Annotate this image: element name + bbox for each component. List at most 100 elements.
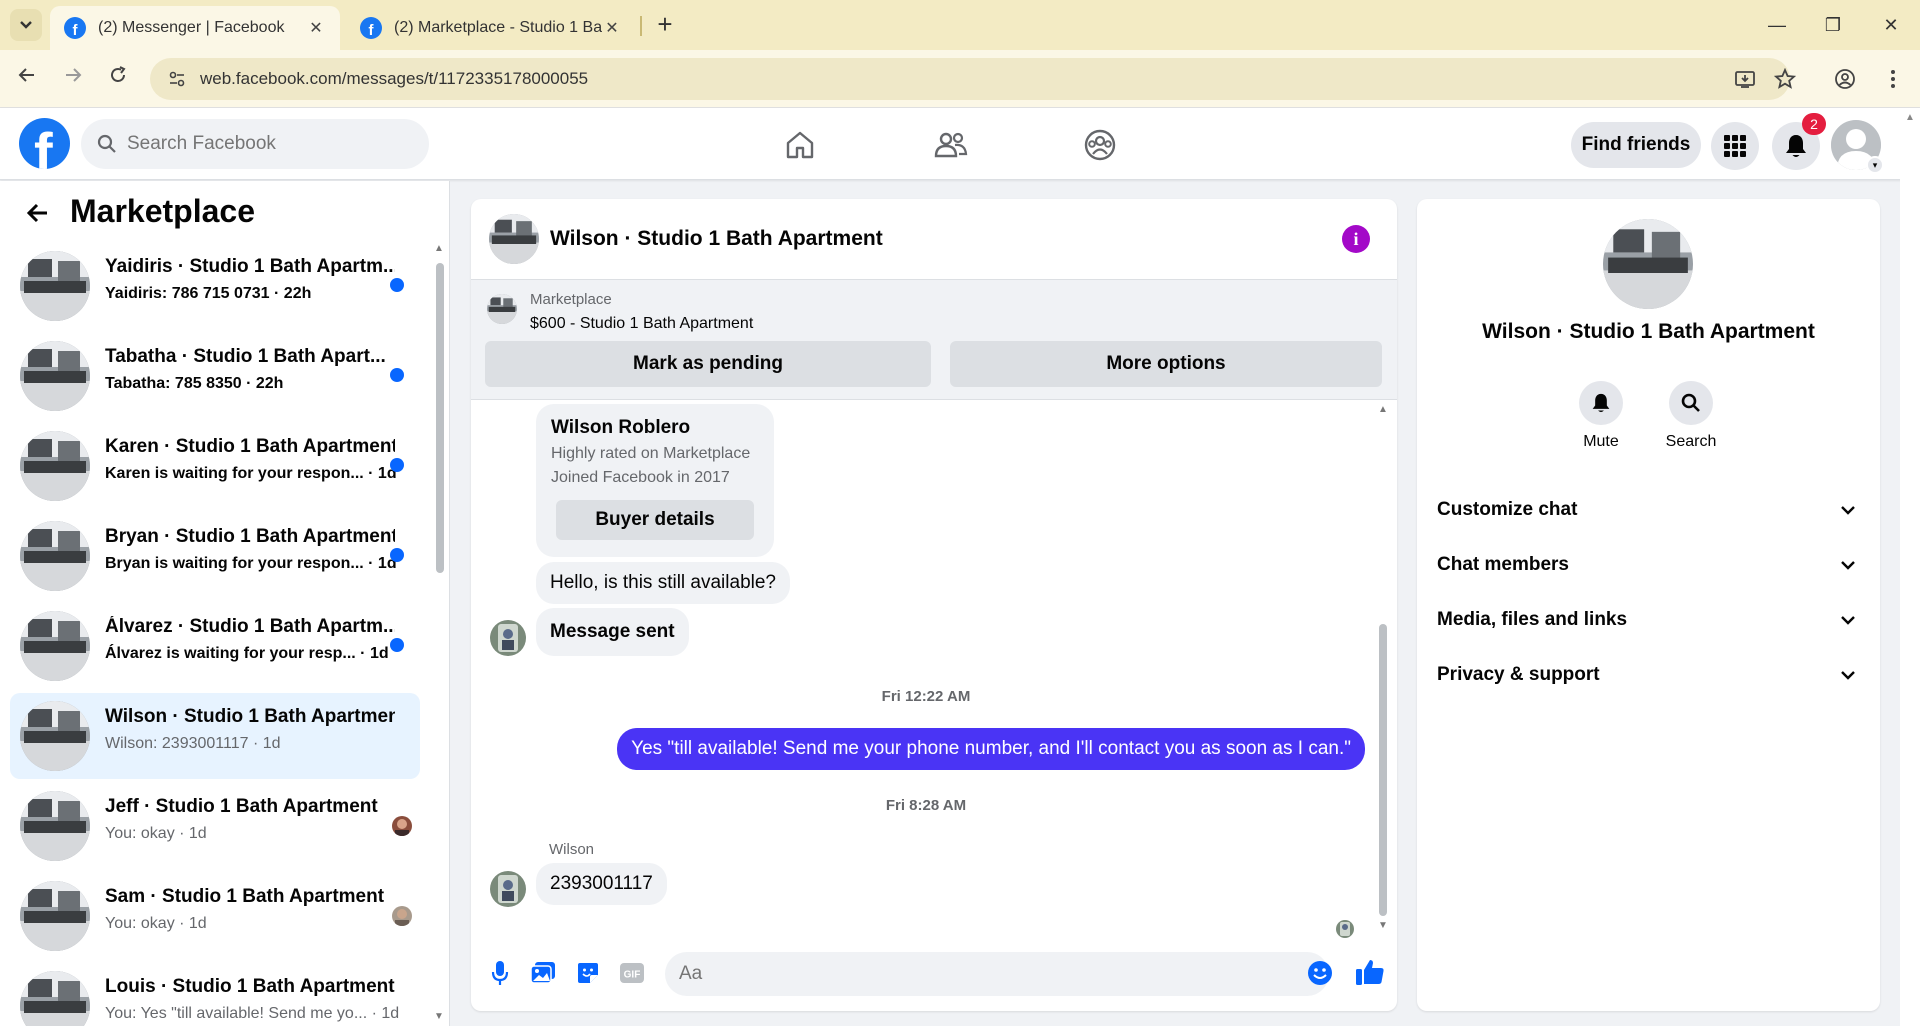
- read-receipt-avatar: [1336, 920, 1354, 938]
- search-input[interactable]: [127, 133, 407, 155]
- install-app-icon[interactable]: [1730, 64, 1760, 94]
- chevron-down-icon: [1841, 506, 1855, 515]
- scroll-up-arrow-icon[interactable]: ▲: [1377, 404, 1389, 415]
- scroll-down-arrow-icon[interactable]: ▼: [1377, 920, 1389, 931]
- mark-as-pending-button[interactable]: Mark as pending: [485, 341, 931, 387]
- conversation-name: Jeff · Studio 1 Bath Apartment: [105, 796, 378, 817]
- site-info-icon[interactable]: [162, 64, 192, 94]
- tab-separator: [640, 16, 642, 36]
- tab-title: (2) Messenger | Facebook: [98, 19, 285, 36]
- conversation-item[interactable]: Yaidiris · Studio 1 Bath Apartm... Yaidi…: [10, 243, 420, 329]
- conversation-name: Álvarez · Studio 1 Bath Apartm...: [105, 616, 395, 637]
- chevron-down-icon[interactable]: ▾: [1866, 156, 1884, 174]
- section-title: Customize chat: [1437, 499, 1578, 520]
- conversation-name: Tabatha · Studio 1 Bath Apart...: [105, 346, 386, 367]
- chat-title[interactable]: Wilson · Studio 1 Bath Apartment: [550, 227, 883, 251]
- conversation-item[interactable]: Bryan · Studio 1 Bath Apartment Bryan is…: [10, 513, 420, 599]
- browser-tab-messenger[interactable]: f (2) Messenger | Facebook ✕: [50, 6, 340, 50]
- close-window-button[interactable]: ✕: [1876, 10, 1906, 40]
- incoming-message: 2393001117: [536, 863, 667, 905]
- media-files-links-section[interactable]: Media, files and links: [1437, 598, 1860, 642]
- listing-price-title[interactable]: $600 - Studio 1 Bath Apartment: [530, 315, 753, 333]
- mute-button[interactable]: Mute: [1566, 381, 1636, 451]
- browser-address-bar: web.facebook.com/messages/t/117233517800…: [0, 50, 1920, 108]
- account-icon[interactable]: [1830, 64, 1860, 94]
- chevron-down-icon: [1841, 561, 1855, 570]
- chat-avatar[interactable]: [489, 214, 539, 264]
- listing-thumbnail: [20, 881, 90, 951]
- listing-thumbnail: [20, 611, 90, 681]
- facebook-header: f Find friends ▾: [0, 108, 1920, 180]
- conversation-name: Louis · Studio 1 Bath Apartment: [105, 976, 395, 997]
- listing-thumbnail: [20, 971, 90, 1026]
- browser-menu-icon[interactable]: [1878, 64, 1908, 94]
- microphone-icon[interactable]: [485, 958, 515, 988]
- facebook-favicon-icon: f: [64, 17, 86, 39]
- notification-count-badge: 2: [1802, 113, 1826, 135]
- info-icon[interactable]: i: [1342, 225, 1370, 253]
- listing-thumbnail: [20, 341, 90, 411]
- chat-members-section[interactable]: Chat members: [1437, 543, 1860, 587]
- emoji-icon[interactable]: [1305, 958, 1335, 988]
- customize-chat-section[interactable]: Customize chat: [1437, 488, 1860, 532]
- scrollbar-thumb[interactable]: [436, 263, 444, 573]
- scroll-down-arrow-icon[interactable]: ▼: [434, 1011, 444, 1022]
- bookmark-star-icon[interactable]: [1770, 64, 1800, 94]
- more-options-button[interactable]: More options: [950, 341, 1382, 387]
- forward-button[interactable]: [58, 64, 88, 94]
- conversation-item[interactable]: Tabatha · Studio 1 Bath Apart... Tabatha…: [10, 333, 420, 419]
- scroll-up-arrow-icon[interactable]: ▲: [434, 243, 444, 254]
- conversation-preview: Tabatha: 785 8350 · 22h: [105, 375, 284, 392]
- thumbs-up-icon[interactable]: [1354, 956, 1386, 988]
- gif-icon[interactable]: GIF: [617, 958, 647, 988]
- reload-button[interactable]: [103, 64, 133, 94]
- privacy-support-section[interactable]: Privacy & support: [1437, 653, 1860, 697]
- message-input-wrapper[interactable]: [665, 952, 1329, 996]
- conversation-item[interactable]: Álvarez · Studio 1 Bath Apartm... Álvare…: [10, 603, 420, 689]
- find-friends-button[interactable]: Find friends: [1571, 122, 1701, 168]
- svg-text:GIF: GIF: [624, 970, 641, 981]
- minimize-button[interactable]: —: [1762, 10, 1792, 40]
- buyer-card: Wilson Roblero Highly rated on Marketpla…: [536, 404, 774, 557]
- back-to-chats-button[interactable]: [22, 197, 54, 229]
- sticker-icon[interactable]: [573, 958, 603, 988]
- conversation-item-selected[interactable]: Wilson · Studio 1 Bath Apartment Wilson:…: [10, 693, 420, 779]
- seen-avatar: [392, 816, 412, 836]
- conversation-item[interactable]: Sam · Studio 1 Bath Apartment You: okay …: [10, 873, 420, 959]
- chevron-down-icon: [1841, 616, 1855, 625]
- browser-tab-marketplace[interactable]: f (2) Marketplace - Studio 1 Bath ✕: [346, 6, 636, 50]
- marketplace-conversation-panel: Marketplace Yaidiris · Studio 1 Bath Apa…: [0, 181, 450, 1026]
- conversation-name: Wilson · Studio 1 Bath Apartment: [1482, 320, 1815, 343]
- bell-icon: [1786, 135, 1806, 157]
- new-tab-button[interactable]: +: [650, 10, 680, 40]
- buyer-details-button[interactable]: Buyer details: [556, 500, 754, 540]
- buyer-rating: Highly rated on Marketplace: [551, 445, 751, 462]
- nav-home[interactable]: [775, 120, 825, 170]
- search-in-conversation-button[interactable]: Search: [1656, 381, 1726, 451]
- sender-avatar: [490, 620, 526, 656]
- menu-button[interactable]: [1711, 122, 1759, 170]
- chat-scrollbar-thumb[interactable]: [1379, 624, 1387, 916]
- tab-search-dropdown[interactable]: [10, 9, 42, 41]
- page-scrollbar[interactable]: ▲: [1900, 108, 1920, 1026]
- facebook-logo[interactable]: f: [19, 118, 70, 169]
- tab-close-icon[interactable]: ✕: [306, 18, 326, 38]
- facebook-search[interactable]: [81, 119, 429, 169]
- conversation-item[interactable]: Louis · Studio 1 Bath Apartment You: Yes…: [10, 963, 420, 1026]
- browser-tab-bar: f (2) Messenger | Facebook ✕ f (2) Marke…: [0, 0, 1920, 50]
- conversation-avatar[interactable]: [1603, 219, 1693, 309]
- conversation-info-panel: Wilson · Studio 1 Bath Apartment Mute Se…: [1417, 199, 1880, 1011]
- scroll-up-arrow-icon[interactable]: ▲: [1905, 112, 1915, 123]
- section-title: Privacy & support: [1437, 664, 1600, 685]
- conversation-item[interactable]: Karen · Studio 1 Bath Apartment Karen is…: [10, 423, 420, 509]
- nav-groups[interactable]: [1075, 120, 1125, 170]
- maximize-button[interactable]: ❐: [1818, 10, 1848, 40]
- listing-thumbnail: [20, 791, 90, 861]
- back-button[interactable]: [12, 64, 42, 94]
- tab-close-icon[interactable]: ✕: [602, 18, 622, 38]
- omnibox[interactable]: web.facebook.com/messages/t/117233517800…: [150, 58, 1790, 100]
- message-input[interactable]: [679, 952, 1269, 996]
- nav-friends[interactable]: [926, 120, 976, 170]
- photo-icon[interactable]: [528, 958, 558, 988]
- conversation-item[interactable]: Jeff · Studio 1 Bath Apartment You: okay…: [10, 783, 420, 869]
